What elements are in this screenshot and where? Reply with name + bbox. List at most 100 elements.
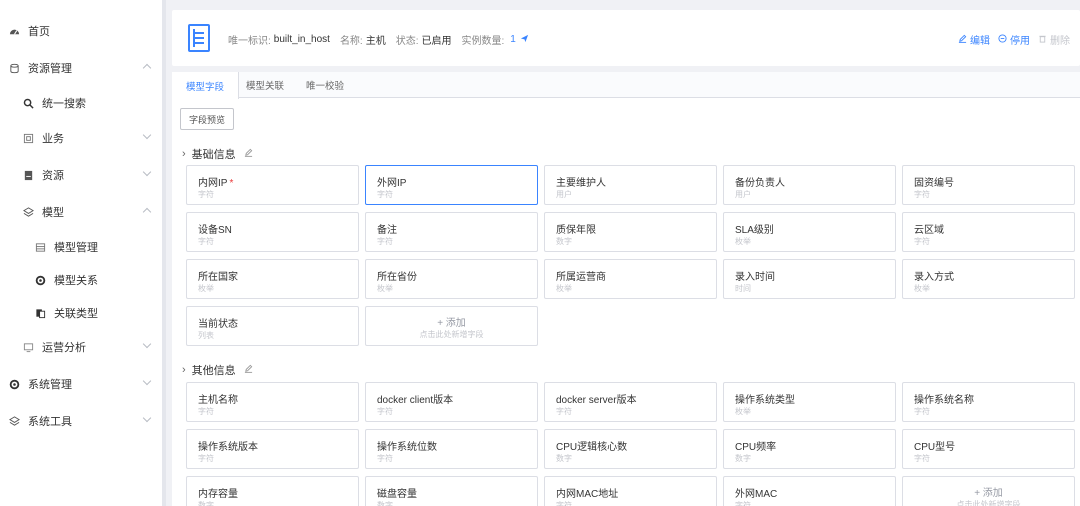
field-card[interactable]: 内网MAC地址 字符 bbox=[544, 476, 717, 506]
field-card[interactable]: 操作系统类型 枚举 bbox=[723, 382, 896, 422]
chevron-down-icon bbox=[142, 376, 152, 386]
tab-model-fields[interactable]: 模型字段 bbox=[172, 72, 240, 99]
sidebar-item-system-management[interactable]: 系统管理 bbox=[0, 369, 162, 399]
tools-icon bbox=[6, 413, 22, 429]
field-card[interactable]: docker server版本 字符 bbox=[544, 382, 717, 422]
field-name-text: 内网IP bbox=[198, 178, 228, 189]
field-name-text: 内网MAC地址 bbox=[556, 489, 619, 500]
field-card[interactable]: 云区域 字符 bbox=[902, 212, 1075, 252]
disable-label: 停用 bbox=[1010, 36, 1030, 47]
sidebar-item-unified-search[interactable]: 统一搜索 bbox=[0, 88, 162, 118]
delete-button[interactable]: 删除 bbox=[1038, 32, 1070, 47]
field-type: 字符 bbox=[556, 407, 572, 416]
edit-group-pencil-icon[interactable] bbox=[244, 148, 253, 160]
edit-group-pencil-icon[interactable] bbox=[244, 364, 253, 376]
field-card[interactable]: 录入时间 时间 bbox=[723, 259, 896, 299]
sidebar-item-model-management[interactable]: 模型管理 bbox=[0, 232, 162, 262]
chevron-right-icon: › bbox=[182, 364, 186, 376]
sidebar-item-operation-analysis[interactable]: 运营分析 bbox=[0, 332, 162, 362]
field-card[interactable]: docker client版本 字符 bbox=[365, 382, 538, 422]
field-name-text: 主机名称 bbox=[198, 395, 238, 406]
chevron-down-icon bbox=[142, 130, 152, 140]
field-type: 字符 bbox=[198, 237, 214, 246]
field-name-text: 操作系统类型 bbox=[735, 395, 795, 406]
tab-model-relations[interactable]: 模型关联 bbox=[232, 72, 298, 98]
field-type: 字符 bbox=[914, 237, 930, 246]
field-card[interactable]: CPU逻辑核心数 数字 bbox=[544, 429, 717, 469]
field-card[interactable]: 内网IP * 字符 bbox=[186, 165, 359, 205]
field-card[interactable]: SLA级别 枚举 bbox=[723, 212, 896, 252]
sidebar-item-label: 模型管理 bbox=[54, 242, 98, 254]
field-preview-button[interactable]: 字段预览 bbox=[180, 108, 234, 130]
sidebar-divider bbox=[162, 0, 166, 506]
chevron-down-icon bbox=[142, 339, 152, 349]
field-card[interactable]: 磁盘容量 数字 bbox=[365, 476, 538, 506]
sidebar-item-resource[interactable]: 资源 bbox=[0, 160, 162, 190]
field-card[interactable]: 所在国家 枚举 bbox=[186, 259, 359, 299]
field-name: 操作系统位数 bbox=[377, 438, 437, 453]
list-icon bbox=[32, 239, 48, 255]
chevron-down-icon bbox=[142, 167, 152, 177]
sidebar-item-system-tools[interactable]: 系统工具 bbox=[0, 406, 162, 436]
field-card[interactable]: 设备SN 字符 bbox=[186, 212, 359, 252]
sidebar-item-model[interactable]: 模型 bbox=[0, 197, 162, 227]
dashboard-icon bbox=[6, 23, 22, 39]
sidebar-item-resource-management[interactable]: 资源管理 bbox=[0, 53, 162, 83]
field-name: 所在国家 bbox=[198, 268, 238, 283]
field-card[interactable]: 外网IP 字符 bbox=[365, 165, 538, 205]
field-name-text: 所在国家 bbox=[198, 272, 238, 283]
field-type: 字符 bbox=[377, 407, 393, 416]
link-type-icon bbox=[32, 305, 48, 321]
sidebar-item-business[interactable]: 业务 bbox=[0, 123, 162, 153]
field-card[interactable]: 固资编号 字符 bbox=[902, 165, 1075, 205]
minus-circle-icon bbox=[998, 33, 1007, 46]
group-title[interactable]: › 基础信息 bbox=[182, 146, 253, 162]
field-name-text: 质保年限 bbox=[556, 225, 596, 236]
add-field-button[interactable]: + 添加 点击此处新增字段 bbox=[365, 306, 538, 346]
field-card[interactable]: 备份负责人 用户 bbox=[723, 165, 896, 205]
field-name-text: 固资编号 bbox=[914, 178, 954, 189]
settings-icon bbox=[6, 376, 22, 392]
group-title[interactable]: › 其他信息 bbox=[182, 362, 253, 378]
sidebar-item-home[interactable]: 首页 bbox=[0, 16, 162, 46]
sidebar-item-label: 系统工具 bbox=[28, 416, 72, 428]
field-card[interactable]: 所属运营商 枚举 bbox=[544, 259, 717, 299]
field-card[interactable]: 所在省份 枚举 bbox=[365, 259, 538, 299]
id-value: built_in_host bbox=[273, 34, 330, 45]
field-card[interactable]: 备注 字符 bbox=[365, 212, 538, 252]
edit-button[interactable]: 编辑 bbox=[958, 32, 990, 47]
field-name: CPU逻辑核心数 bbox=[556, 438, 627, 453]
field-name: 当前状态 bbox=[198, 315, 238, 330]
field-name-text: docker client版本 bbox=[377, 395, 454, 406]
field-card[interactable]: 录入方式 枚举 bbox=[902, 259, 1075, 299]
status-label: 状态: bbox=[395, 36, 419, 47]
field-card[interactable]: 操作系统位数 字符 bbox=[365, 429, 538, 469]
tab-unique-check[interactable]: 唯一校验 bbox=[292, 72, 358, 98]
field-card[interactable]: CPU频率 数字 bbox=[723, 429, 896, 469]
model-icon bbox=[20, 204, 36, 220]
field-card[interactable]: 主机名称 字符 bbox=[186, 382, 359, 422]
field-card[interactable]: 操作系统版本 字符 bbox=[186, 429, 359, 469]
field-card[interactable]: 质保年限 数字 bbox=[544, 212, 717, 252]
group-title-label: 基础信息 bbox=[191, 149, 236, 161]
disable-button[interactable]: 停用 bbox=[998, 32, 1030, 47]
field-card[interactable]: 当前状态 列表 bbox=[186, 306, 359, 346]
field-name-text: 录入方式 bbox=[914, 272, 954, 283]
sidebar-item-label: 关联类型 bbox=[54, 308, 98, 320]
field-card[interactable]: 主要维护人 用户 bbox=[544, 165, 717, 205]
sidebar-item-link-type[interactable]: 关联类型 bbox=[0, 298, 162, 328]
sidebar-item-model-relation[interactable]: 模型关系 bbox=[0, 265, 162, 295]
relation-icon bbox=[32, 272, 48, 288]
add-field-hint: 点击此处新增字段 bbox=[956, 500, 1021, 506]
field-card[interactable]: CPU型号 字符 bbox=[902, 429, 1075, 469]
field-card[interactable]: 外网MAC 字符 bbox=[723, 476, 896, 506]
add-field-button[interactable]: + 添加 点击此处新增字段 bbox=[902, 476, 1075, 506]
count-label: 实例数量: bbox=[461, 36, 505, 47]
field-card[interactable]: 操作系统名称 字符 bbox=[902, 382, 1075, 422]
trash-icon bbox=[1038, 34, 1047, 46]
field-type: 字符 bbox=[556, 501, 572, 506]
required-marker: * bbox=[229, 178, 234, 189]
send-icon[interactable] bbox=[520, 34, 529, 46]
field-card[interactable]: 内存容量 数字 bbox=[186, 476, 359, 506]
instance-count-link[interactable]: 1 bbox=[510, 34, 516, 45]
